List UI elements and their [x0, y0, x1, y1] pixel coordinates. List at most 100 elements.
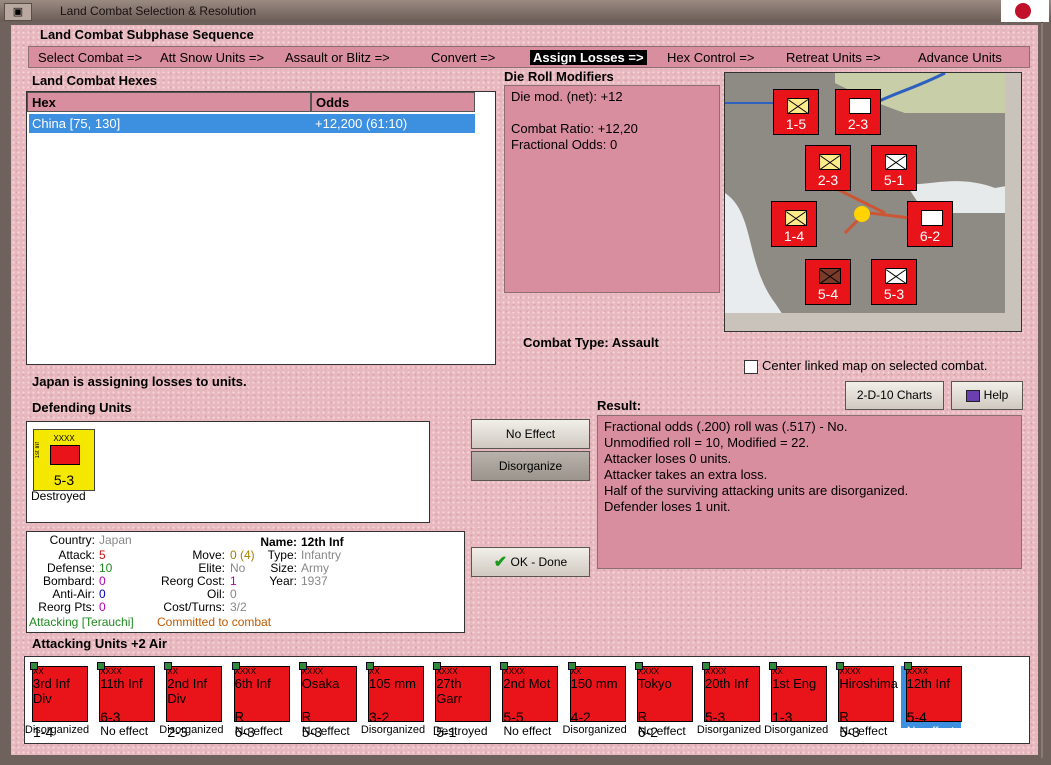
column-header-hex[interactable]: Hex: [27, 92, 311, 112]
unit-counter: XXXX 27th Garr 5-1: [433, 662, 492, 740]
result-line: Half of the surviving attacking units ar…: [604, 483, 909, 498]
linked-map[interactable]: 1-5 2-3 2-3 5-1 1-4 6-2 5-4 5-3: [724, 72, 1022, 332]
attacking-unit[interactable]: XXXX 20th Inf 5-3 Disorganized: [697, 662, 761, 736]
die-roll-panel: Die mod. (net): +12 Combat Ratio: +12,20…: [504, 85, 720, 293]
disorganize-button[interactable]: Disorganize: [471, 451, 590, 481]
attacking-unit[interactable]: XX 1st Eng 1-3 Disorganized: [764, 662, 828, 736]
step-convert: Convert =>: [431, 50, 496, 65]
no-effect-button[interactable]: No Effect: [471, 419, 590, 449]
unit-name: 105 mm: [369, 676, 416, 691]
map-counter[interactable]: 5-3: [871, 259, 917, 305]
unit-name: 1st Eng: [772, 676, 817, 691]
unit-strength: 5-4: [906, 709, 927, 725]
unit-info-panel: Country: Japan Attack: 5 Defense: 10 Bom…: [26, 531, 465, 633]
unit-counter: XX 2nd Inf Div 2-3: [164, 662, 223, 740]
map-counter[interactable]: 1-4: [771, 201, 817, 247]
result-line: Attacker takes an extra loss.: [604, 467, 768, 482]
attacking-units-strip: XX 3rd Inf Div 1-4 Disorganized XXXX 11th Inf…: [24, 656, 1030, 744]
attacking-unit[interactable]: XXXX 6th Inf R 6-3 No effect: [229, 662, 290, 740]
attacking-unit[interactable]: XX 2nd Inf Div 2-3 Disorganized: [159, 662, 223, 740]
map-counter[interactable]: 5-4: [805, 259, 851, 305]
unit-name: 11th Inf: [100, 676, 143, 691]
table-row[interactable]: China [75, 130] +12,200 (61:10): [29, 114, 475, 133]
step-retreat-units: Retreat Units =>: [786, 50, 881, 65]
unit-size: XX: [570, 667, 582, 676]
unit-strength: 5-3: [53, 472, 75, 488]
unit-symbol-icon: [571, 691, 597, 709]
reorgpts-value: 0: [99, 600, 106, 614]
map-counter[interactable]: 5-1: [871, 145, 917, 191]
name-value: 12th Inf: [301, 535, 344, 549]
attacking-unit[interactable]: XX 3rd Inf Div 1-4 Disorganized: [25, 662, 89, 740]
unit-size: XXXX: [503, 667, 525, 676]
attacking-unit[interactable]: XXXX 2nd Mot 5-5 No effect: [497, 662, 559, 738]
defending-unit[interactable]: XXXX 1st Inf 5-3: [33, 429, 95, 491]
map-counter[interactable]: 2-3: [835, 89, 881, 135]
step-advance-units: Advance Units: [918, 50, 1002, 65]
unit-name: 3rd Inf Div: [33, 676, 70, 706]
attacking-unit[interactable]: XX 150 mm 4-2 Disorganized: [562, 662, 627, 736]
unit-symbol-icon: [436, 706, 462, 724]
attacking-unit[interactable]: XXXX Hiroshima R 5-3 No effect: [833, 662, 898, 740]
unit-status: No effect: [906, 724, 955, 738]
center-map-label: Center linked map on selected combat.: [762, 358, 988, 373]
unit-size: XXXX: [637, 667, 660, 676]
unit-strength: 3-2: [369, 709, 390, 725]
ok-done-button[interactable]: ✔ OK - Done: [471, 547, 590, 577]
unit-size: XXXX: [705, 667, 727, 676]
status-dot-icon: [903, 662, 912, 670]
map-counter[interactable]: 2-3: [805, 145, 851, 191]
attacking-unit[interactable]: XXXX 12th Inf 5-4 No effect: [900, 662, 962, 738]
attacking-unit[interactable]: XX 105 mm 3-2 Disorganized: [361, 662, 425, 736]
center-map-checkbox[interactable]: [744, 360, 758, 374]
system-menu-icon[interactable]: ▣: [4, 3, 32, 21]
unit-size: XX: [167, 667, 179, 676]
attacking-unit[interactable]: XXXX 11th Inf 6-3 No effect: [94, 662, 156, 738]
reorgcost-label: Reorg Cost:: [160, 574, 225, 588]
unit-symbol-icon: [235, 691, 261, 709]
status-dot-icon: [97, 662, 106, 670]
right-border: [1043, 22, 1051, 765]
help-button[interactable]: Help: [951, 381, 1023, 410]
combat-type-value: Assault: [611, 335, 659, 350]
attacking-unit[interactable]: XXXX Osaka R 5-3 No effect: [296, 662, 357, 740]
attack-value: 5: [99, 548, 106, 562]
unit-symbol-icon: [167, 706, 193, 724]
defending-units-panel: XXXX 1st Inf 5-3 Destroyed: [26, 421, 430, 523]
map-counter[interactable]: 6-2: [907, 201, 953, 247]
status-dot-icon: [500, 662, 509, 670]
unit-name: Tokyo: [637, 676, 672, 691]
unit-size: XXXX: [906, 667, 928, 676]
unit-strength: 5-5: [503, 709, 524, 725]
hex-table[interactable]: Hex Odds China [75, 130] +12,200 (61:10): [26, 91, 496, 365]
unit-name: 1st Inf: [35, 442, 41, 459]
unit-name: 20th Inf: [705, 676, 749, 691]
unit-symbol-icon: [772, 691, 798, 709]
unit-status: Destroyed: [31, 489, 86, 503]
move-label: Move:: [192, 548, 225, 562]
unit-name: Osaka: [301, 676, 340, 691]
odds-cell: +12,200 (61:10): [315, 116, 408, 131]
status-dot-icon: [231, 662, 240, 670]
subphase-heading: Land Combat Subphase Sequence: [40, 27, 254, 42]
unit-strength: 1-3: [772, 709, 793, 725]
attacking-unit[interactable]: XXXX Tokyo R 6-2 No effect: [632, 662, 693, 740]
reorgcost-value: 1: [230, 574, 237, 588]
map-counter[interactable]: 1-5: [773, 89, 819, 135]
unit-size: XXXX: [234, 667, 256, 676]
attacking-unit[interactable]: XXXX 27th Garr 5-1 Destroyed: [430, 662, 492, 740]
attacking-text: Attacking [Terauchi]: [29, 615, 134, 629]
column-header-odds[interactable]: Odds: [311, 92, 475, 112]
unit-counter: XX 3rd Inf Div 1-4: [30, 662, 88, 740]
unit-counter: XXXX Osaka R 5-3: [298, 662, 357, 740]
die-roll-heading: Die Roll Modifiers: [504, 69, 614, 84]
status-dot-icon: [30, 662, 38, 670]
elite-value: No: [230, 561, 246, 575]
size-value: Army: [301, 561, 329, 575]
unit-symbol-icon: [839, 691, 865, 709]
defense-value: 10: [99, 561, 113, 575]
charts-button[interactable]: 2-D-10 Charts: [845, 381, 944, 410]
reorgpts-label: Reorg Pts:: [38, 600, 95, 614]
oil-value: 0: [230, 587, 237, 601]
result-line: Unmodified roll = 10, Modified = 22.: [604, 435, 810, 450]
